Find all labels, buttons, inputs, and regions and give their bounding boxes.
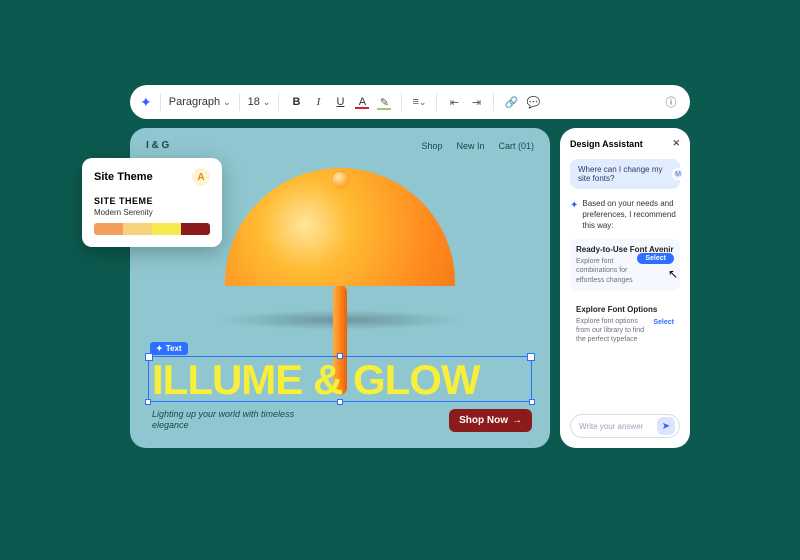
recommendation-card-1[interactable]: Ready-to-Use Font Avenir Explore font co… bbox=[570, 239, 680, 290]
indent-button[interactable]: ⇥ bbox=[467, 96, 485, 109]
hero-tagline: Lighting up your world with timeless ele… bbox=[152, 409, 312, 432]
rec2-title: Explore Font Options bbox=[576, 305, 674, 314]
chevron-down-icon: ⌄ bbox=[223, 97, 231, 108]
theme-swatches bbox=[94, 223, 210, 235]
sparkle-icon: ✦ bbox=[570, 199, 578, 231]
link-button[interactable]: 🔗 bbox=[502, 96, 520, 109]
paragraph-style-label: Paragraph bbox=[169, 96, 220, 108]
rec2-desc: Explore font options from our library to… bbox=[576, 317, 646, 344]
design-assistant-panel: Design Assistant ✕ Where can I change my… bbox=[560, 128, 690, 448]
assistant-title: Design Assistant bbox=[570, 139, 643, 149]
rec1-desc: Explore font combinations for effortless… bbox=[576, 257, 646, 284]
underline-button[interactable]: U bbox=[331, 96, 349, 108]
formatting-toolbar: ✦ Paragraph ⌄ 18 ⌄ B I U A ✎ ≡⌄ ⇤ ⇥ 🔗 💬 … bbox=[130, 85, 690, 119]
shop-now-button[interactable]: Shop Now → bbox=[449, 409, 532, 432]
site-logo: I & G bbox=[146, 140, 169, 151]
site-theme-label: SITE THEME bbox=[94, 196, 210, 206]
ai-sparkle-icon[interactable]: ✦ bbox=[140, 94, 152, 111]
font-size-value: 18 bbox=[248, 96, 260, 108]
swatch-2[interactable] bbox=[123, 223, 152, 235]
text-element-badge[interactable]: ✦ Text bbox=[150, 342, 188, 355]
site-theme-name: Modern Serenity bbox=[94, 208, 210, 217]
text-color-button[interactable]: A bbox=[353, 96, 371, 108]
shop-now-label: Shop Now bbox=[459, 415, 508, 426]
user-avatar: M bbox=[672, 168, 684, 180]
nav-shop[interactable]: Shop bbox=[421, 141, 442, 151]
rec1-select-button[interactable]: Select bbox=[637, 253, 674, 264]
text-icon: ✦ bbox=[156, 344, 163, 353]
swatch-4[interactable] bbox=[181, 223, 210, 235]
site-theme-title: Site Theme bbox=[94, 171, 153, 183]
align-dropdown[interactable]: ≡⌄ bbox=[410, 96, 428, 108]
theme-font-icon: A bbox=[192, 168, 210, 186]
highlight-button[interactable]: ✎ bbox=[375, 96, 393, 109]
user-message-text: Where can I change my site fonts? bbox=[578, 165, 662, 183]
chevron-down-icon: ⌄ bbox=[263, 97, 271, 108]
text-badge-label: Text bbox=[166, 344, 182, 353]
rec2-select-link[interactable]: Select bbox=[653, 319, 674, 326]
hero-title[interactable]: ILLUME & GLOW bbox=[152, 356, 480, 404]
swatch-3[interactable] bbox=[152, 223, 181, 235]
preview-header: I & G Shop New In Cart (01) bbox=[146, 140, 534, 151]
site-theme-card[interactable]: Site Theme A SITE THEME Modern Serenity bbox=[82, 158, 222, 247]
assistant-composer[interactable]: Write your answer ➤ bbox=[570, 414, 680, 438]
close-icon[interactable]: ✕ bbox=[672, 138, 680, 149]
bold-button[interactable]: B bbox=[287, 96, 305, 108]
swatch-1[interactable] bbox=[94, 223, 123, 235]
font-size-dropdown[interactable]: 18 ⌄ bbox=[248, 96, 271, 108]
assistant-intro-text: Based on your needs and preferences, I r… bbox=[582, 199, 680, 231]
italic-button[interactable]: I bbox=[309, 96, 327, 108]
outdent-button[interactable]: ⇤ bbox=[445, 96, 463, 109]
nav-new-in[interactable]: New In bbox=[456, 141, 484, 151]
user-message: Where can I change my site fonts? M bbox=[570, 159, 680, 189]
paragraph-style-dropdown[interactable]: Paragraph ⌄ bbox=[169, 96, 231, 108]
info-button[interactable]: ⓘ bbox=[662, 94, 680, 110]
composer-placeholder: Write your answer bbox=[579, 422, 643, 431]
comment-button[interactable]: 💬 bbox=[524, 96, 542, 109]
assistant-intro: ✦ Based on your needs and preferences, I… bbox=[570, 199, 680, 231]
cursor-pointer-icon: ↖ bbox=[668, 267, 678, 281]
hero-lamp-image bbox=[210, 168, 470, 368]
send-button[interactable]: ➤ bbox=[657, 417, 675, 435]
nav-cart[interactable]: Cart (01) bbox=[498, 141, 534, 151]
arrow-right-icon: → bbox=[512, 415, 522, 426]
recommendation-card-2[interactable]: Explore Font Options Explore font option… bbox=[570, 299, 680, 350]
